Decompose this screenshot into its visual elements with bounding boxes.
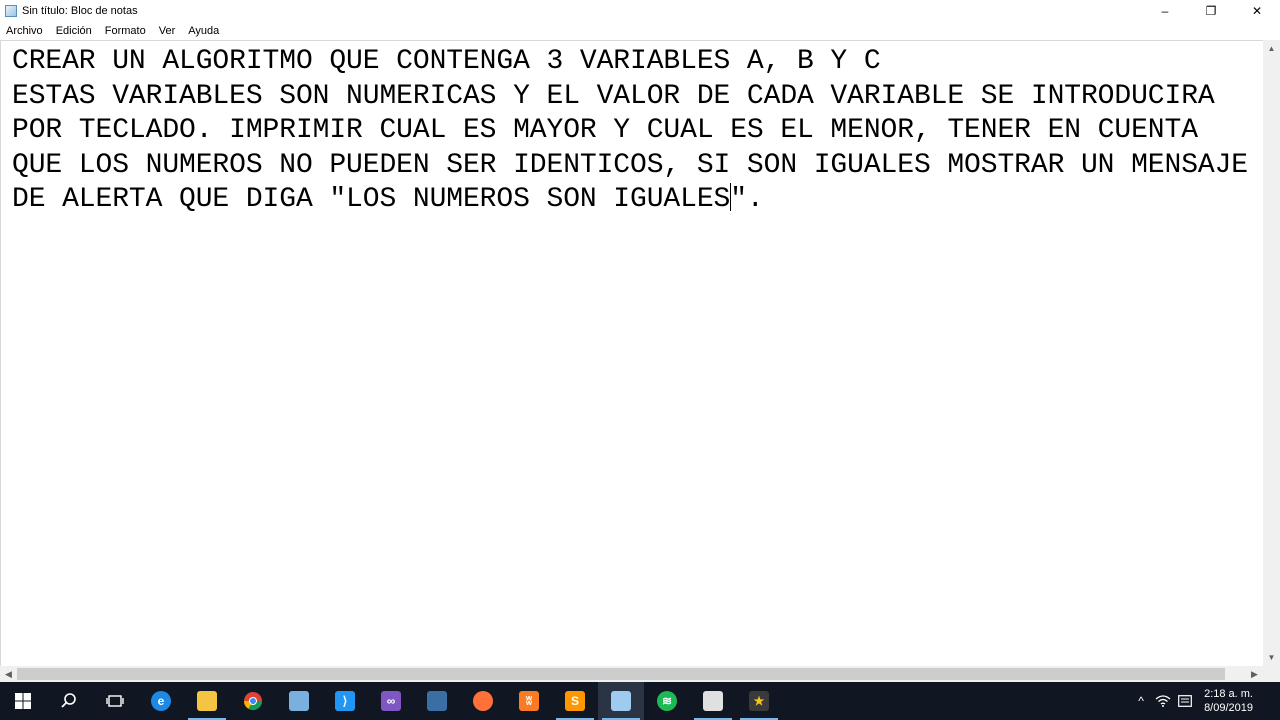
taskbar-app-chrome[interactable] [230, 682, 276, 720]
scroll-right-icon[interactable]: ▶ [1246, 666, 1263, 682]
system-tray: ^ 2:18 a. m. 8/09/2019 [1130, 682, 1280, 720]
taskbar-app-virtualbox[interactable] [276, 682, 322, 720]
scroll-up-icon[interactable]: ▲ [1263, 40, 1280, 57]
title-bar: Sin título: Bloc de notas – ❐ ✕ [0, 0, 1280, 21]
task-view-button[interactable] [92, 682, 138, 720]
taskbar-app-visual-studio[interactable]: ∞ [368, 682, 414, 720]
star-icon: ★ [749, 691, 769, 711]
menu-edicion[interactable]: Edición [49, 25, 98, 37]
taskbar-app-video-editor[interactable]: ★ [736, 682, 782, 720]
wifi-signal-icon [1155, 695, 1171, 707]
search-icon [61, 693, 76, 708]
taskbar-app-edge[interactable]: e [138, 682, 184, 720]
taskbar-clock[interactable]: 2:18 a. m. 8/09/2019 [1196, 687, 1268, 715]
windows-start-icon [15, 693, 31, 709]
minimize-button[interactable]: – [1142, 0, 1188, 21]
menu-ver[interactable]: Ver [152, 25, 182, 37]
notepad-icon [611, 691, 631, 711]
text-editor[interactable]: CREAR UN ALGORITMO QUE CONTENGA 3 VARIAB… [0, 40, 1263, 666]
edge-icon: e [151, 691, 171, 711]
menu-bar: Archivo Edición Formato Ver Ayuda [0, 21, 1280, 40]
taskbar-app-spotify[interactable]: ≋ [644, 682, 690, 720]
text-line: POR TECLADO. IMPRIMIR CUAL ES MAYOR Y CU… [12, 115, 1198, 147]
task-view-icon [106, 695, 124, 707]
text-line: ESTAS VARIABLES SON NUMERICAS Y EL VALOR… [12, 80, 1215, 112]
scrollbar-corner [1263, 666, 1280, 682]
document-text: CREAR UN ALGORITMO QUE CONTENGA 3 VARIAB… [12, 45, 1263, 218]
wifi-icon[interactable] [1152, 682, 1174, 720]
taskbar-app-sublime[interactable]: S [552, 682, 598, 720]
window-controls: – ❐ ✕ [1142, 0, 1280, 21]
clock-date: 8/09/2019 [1204, 702, 1253, 714]
horizontal-scrollbar[interactable]: ◀ ▶ [0, 666, 1263, 682]
window-title: Sin título: Bloc de notas [22, 4, 138, 17]
horizontal-scroll-thumb[interactable] [17, 668, 1225, 680]
search-button[interactable] [46, 682, 92, 720]
message-icon [1178, 695, 1192, 707]
notepad-app-icon [5, 4, 17, 17]
firefox-icon [473, 691, 493, 711]
action-center-icon[interactable] [1174, 682, 1196, 720]
menu-formato[interactable]: Formato [98, 25, 152, 37]
cube-icon [289, 691, 309, 711]
vscode-icon: ⟩ [335, 691, 355, 711]
taskbar-app-installer[interactable] [690, 682, 736, 720]
chevron-up-icon[interactable]: ^ [1130, 682, 1152, 720]
menu-ayuda[interactable]: Ayuda [181, 25, 225, 37]
start-button[interactable] [0, 682, 46, 720]
xampp-icon: ʬ [519, 691, 539, 711]
taskbar-app-mysql-workbench[interactable] [414, 682, 460, 720]
close-button[interactable]: ✕ [1234, 0, 1280, 21]
restore-button[interactable]: ❐ [1188, 0, 1234, 21]
text-line: CREAR UN ALGORITMO QUE CONTENGA 3 VARIAB… [12, 46, 881, 77]
sublime-icon: S [565, 691, 585, 711]
taskbar-app-file-explorer[interactable] [184, 682, 230, 720]
taskbar-app-notepad[interactable] [598, 682, 644, 720]
text-before-caret: DE ALERTA QUE DIGA "LOS NUMEROS SON IGUA… [12, 184, 731, 216]
taskbar: e ⟩ ∞ ʬ S ≋ ★ ^ 2:18 a. m. 8/09/2019 [0, 682, 1280, 720]
taskbar-app-vscode[interactable]: ⟩ [322, 682, 368, 720]
database-icon [427, 691, 447, 711]
spotify-icon: ≋ [657, 691, 677, 711]
vertical-scrollbar[interactable]: ▲ ▼ [1263, 40, 1280, 666]
text-line: QUE LOS NUMEROS NO PUEDEN SER IDENTICOS,… [12, 149, 1249, 181]
installer-icon [703, 691, 723, 711]
taskbar-app-xampp[interactable]: ʬ [506, 682, 552, 720]
clock-time: 2:18 a. m. [1204, 688, 1253, 700]
menu-archivo[interactable]: Archivo [0, 25, 49, 37]
taskbar-app-firefox[interactable] [460, 682, 506, 720]
folder-icon [197, 691, 217, 711]
visual-studio-icon: ∞ [381, 691, 401, 711]
show-desktop-button[interactable] [1268, 682, 1280, 720]
scroll-down-icon[interactable]: ▼ [1263, 649, 1280, 666]
text-line-with-caret: DE ALERTA QUE DIGA "LOS NUMEROS SON IGUA… [12, 183, 1263, 218]
scroll-left-icon[interactable]: ◀ [0, 666, 17, 682]
text-after-caret: ". [730, 184, 764, 216]
chrome-icon [244, 692, 262, 711]
